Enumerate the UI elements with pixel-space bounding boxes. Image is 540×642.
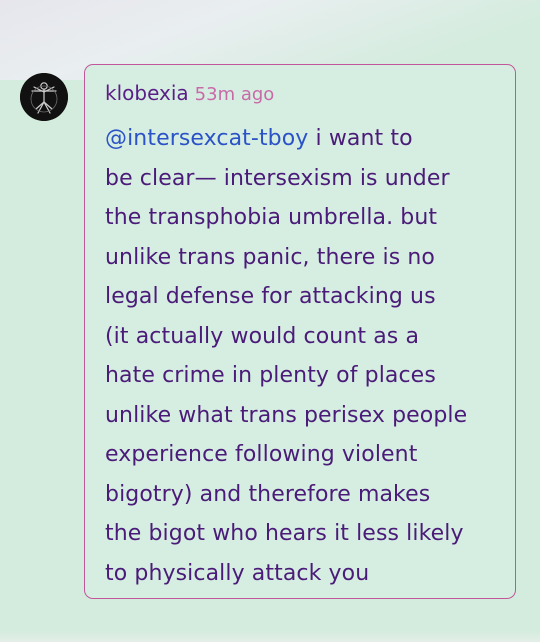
footer-divider <box>0 630 540 642</box>
comment-line: legal defense for attacking us <box>105 284 436 309</box>
avatar[interactable] <box>20 73 68 121</box>
comment-line: (it actually would count as a <box>105 323 420 349</box>
comment-line: be clear— intersexism is under <box>105 165 450 191</box>
vitruvian-figure-icon <box>20 73 68 121</box>
comment-line: the transphobia umbrella. but <box>105 205 438 230</box>
comment-card: klobexia 53m ago @intersexcat-tboy i want… <box>84 64 516 599</box>
timestamp: 53m ago <box>194 84 275 105</box>
comment-line: the bigot who hears it less likely <box>105 521 464 546</box>
comment-line: @intersexcat-tboy i want to <box>105 119 505 159</box>
mention-link[interactable]: @intersexcat-tboy <box>105 126 308 151</box>
author-name[interactable]: klobexia <box>105 81 189 105</box>
comment-line: bigotry) and therefore makes <box>105 481 431 507</box>
comment-body: @intersexcat-tboy i want to be clear— in… <box>105 119 505 593</box>
comment-line: unlike what trans perisex people <box>105 402 468 428</box>
comment-line: experience following violent <box>105 442 418 467</box>
comment-line: hate crime in plenty of places <box>105 363 436 388</box>
comment-line: unlike trans panic, there is no <box>105 244 435 270</box>
comment-text: i want to <box>308 126 413 151</box>
comment-header: klobexia 53m ago <box>105 81 274 105</box>
comment-line: to physically attack you <box>105 560 370 586</box>
